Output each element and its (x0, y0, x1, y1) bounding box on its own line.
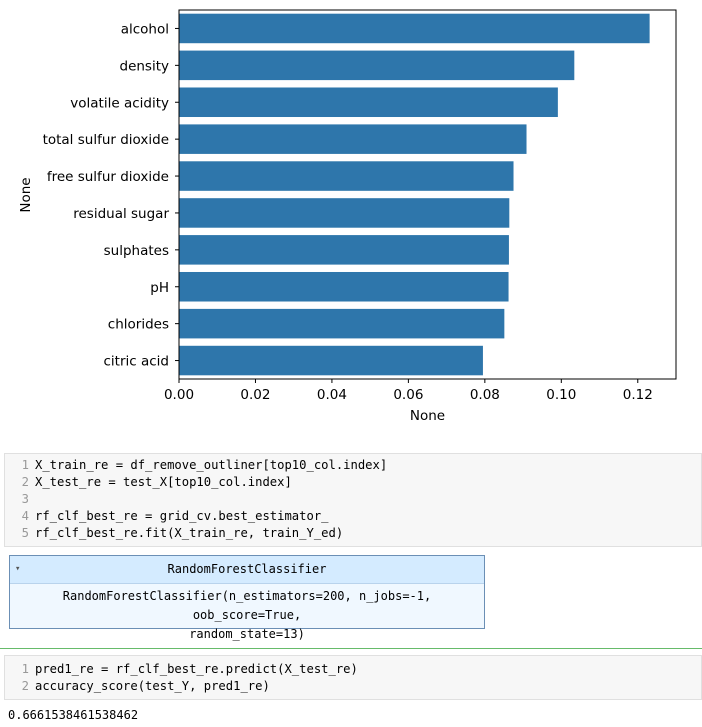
y-tick-label: chlorides (108, 317, 169, 333)
bar-8 (179, 308, 505, 339)
x-tick-label: 0.08 (470, 387, 500, 403)
x-tick-label: 0.00 (164, 387, 194, 403)
bar-3 (179, 124, 527, 154)
collapse-toggle-icon[interactable]: ▾ (15, 556, 20, 583)
x-tick-label: 0.10 (546, 387, 576, 403)
y-tick-label: density (120, 58, 170, 74)
y-tick-label: pH (150, 280, 169, 296)
line-number: 4 (21, 509, 29, 523)
code-line: 1 X_train_re = df_remove_outliner[top10_c… (5, 457, 701, 474)
code-line: 1 pred1_re = rf_clf_best_re.predict(X_tes… (5, 661, 701, 678)
code-line: 2 X_test_re = test_X[top10_col.index] (5, 474, 701, 491)
estimator-title: RandomForestClassifier (167, 562, 327, 576)
y-tick-label: citric acid (104, 354, 170, 370)
y-tick-label: residual sugar (73, 206, 169, 222)
code-text: accuracy_score(test_Y, pred1_re) (35, 679, 270, 693)
y-tick-label: volatile acidity (70, 95, 169, 111)
code-line: 5 rf_clf_best_re.fit(X_train_re, train_Y_… (5, 525, 701, 542)
cell-output: 0.6661538461538462 (8, 708, 139, 722)
code-text: X_train_re = df_remove_outliner[top10_co… (35, 458, 388, 472)
line-number: 1 (21, 662, 29, 676)
code-cell-fit[interactable]: 1 X_train_re = df_remove_outliner[top10_c… (4, 453, 702, 547)
y-axis-label: None (18, 177, 34, 212)
bar-7 (179, 271, 509, 302)
x-tick-label: 0.04 (317, 387, 347, 403)
bar-4 (179, 161, 514, 191)
y-tick-label: free sulfur dioxide (47, 169, 169, 185)
feature-importance-chart: alcohol density volatile acidity total sulf… (0, 0, 702, 440)
line-number: 1 (21, 458, 29, 472)
line-number: 2 (21, 475, 29, 489)
code-cell-predict[interactable]: 1 pred1_re = rf_clf_best_re.predict(X_tes… (4, 655, 702, 700)
code-text: X_test_re = test_X[top10_col.index] (35, 475, 292, 489)
bar-6 (179, 235, 509, 265)
x-axis-label: None (410, 408, 445, 424)
bar-2 (179, 87, 558, 118)
y-tick-label: sulphates (104, 243, 169, 259)
estimator-repr-line: random_state=13) (189, 627, 305, 641)
bar-5 (179, 198, 510, 228)
x-tick-label: 0.06 (393, 387, 423, 403)
line-number: 2 (21, 679, 29, 693)
bar-0 (179, 13, 650, 44)
x-tick-label: 0.12 (623, 387, 653, 403)
code-line: 4 rf_clf_best_re = grid_cv.best_estimator… (5, 508, 701, 525)
bar-chart-svg: alcohol density volatile acidity total sulf… (18, 9, 677, 424)
code-text: rf_clf_best_re = grid_cv.best_estimator_ (35, 509, 329, 523)
x-tick-label: 0.02 (240, 387, 270, 403)
code-text: rf_clf_best_re.fit(X_train_re, train_Y_e… (35, 526, 344, 540)
code-line: 2 accuracy_score(test_Y, pred1_re) (5, 678, 701, 695)
cell-divider (0, 648, 702, 649)
bar-9 (179, 345, 483, 376)
estimator-repr-line: RandomForestClassifier(n_estimators=200,… (62, 589, 432, 622)
y-tick-label: total sulfur dioxide (43, 132, 169, 148)
line-number: 5 (21, 526, 29, 540)
bar-1 (179, 50, 575, 81)
y-tick-label: alcohol (121, 21, 169, 37)
estimator-display: ▾ RandomForestClassifier RandomForestCla… (9, 555, 485, 641)
line-number: 3 (21, 492, 29, 506)
estimator-repr: RandomForestClassifier(n_estimators=200,… (10, 584, 484, 647)
code-line: 3 (5, 491, 701, 508)
code-text: pred1_re = rf_clf_best_re.predict(X_test… (35, 662, 358, 676)
estimator-header[interactable]: ▾ RandomForestClassifier (10, 556, 484, 584)
